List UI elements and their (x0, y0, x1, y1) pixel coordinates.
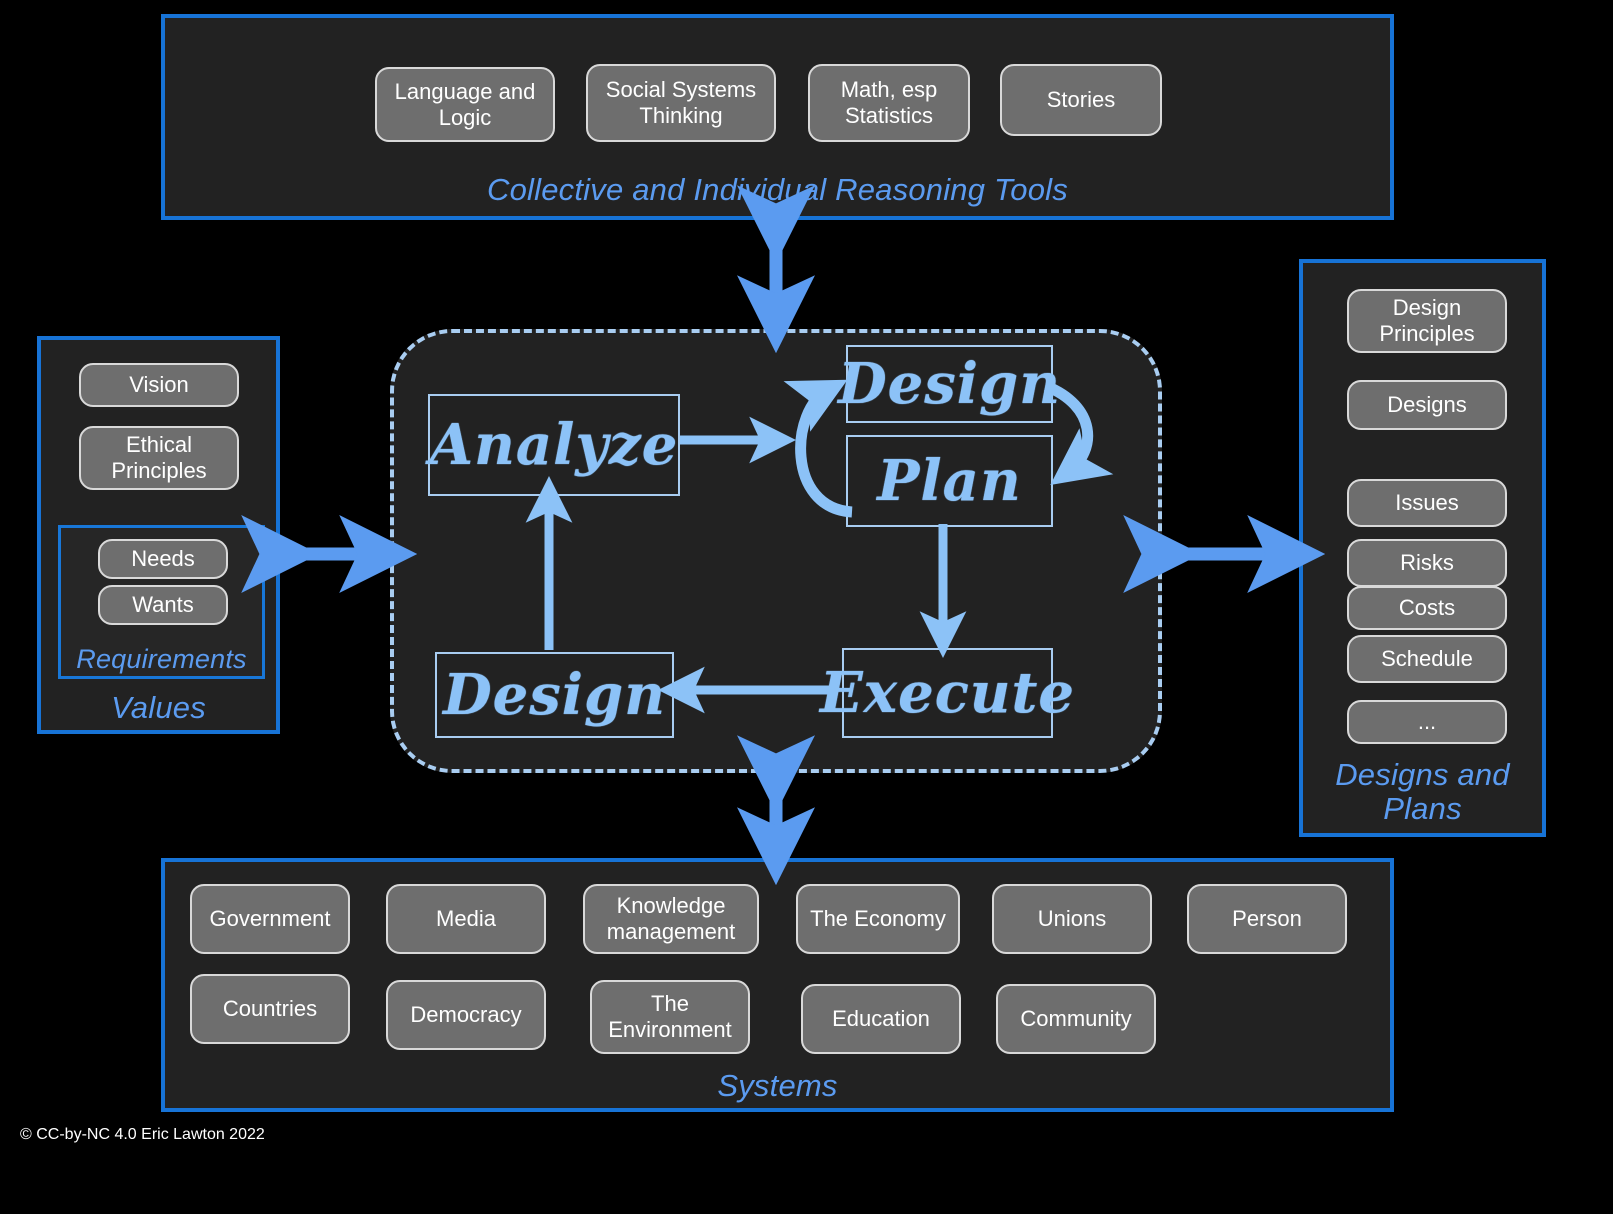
cycle-node-execute[interactable]: Execute (820, 648, 1074, 738)
requirements-group-label: Requirements (76, 643, 247, 674)
pill-language-and-logic[interactable]: Language and Logic (375, 67, 555, 142)
reasoning-tools-panel: Language and Logic Social Systems Thinki… (161, 14, 1394, 220)
pill-countries[interactable]: Countries (190, 974, 350, 1044)
pill-costs[interactable]: Costs (1347, 586, 1507, 630)
pill-government[interactable]: Government (190, 884, 350, 954)
design-cycle-container: Analyze Design Plan Execute Design (390, 329, 1162, 773)
pill-education[interactable]: Education (801, 984, 961, 1054)
requirements-group: Needs Wants Requirements (58, 525, 265, 679)
pill-social-systems-thinking[interactable]: Social Systems Thinking (586, 64, 776, 142)
cycle-node-analyze[interactable]: Analyze (428, 394, 680, 496)
systems-panel: Government Media Knowledge management Th… (161, 858, 1394, 1112)
values-panel: Vision Ethical Principles Needs Wants Re… (37, 336, 280, 734)
pill-ellipsis[interactable]: ... (1347, 700, 1507, 744)
pill-stories[interactable]: Stories (1000, 64, 1162, 136)
pill-designs[interactable]: Designs (1347, 380, 1507, 430)
cycle-node-design-top[interactable]: Design (838, 345, 1060, 423)
pill-wants[interactable]: Wants (98, 585, 228, 625)
pill-needs[interactable]: Needs (98, 539, 228, 579)
designs-and-plans-panel-label: Designs and Plans (1335, 756, 1510, 827)
pill-vision[interactable]: Vision (79, 363, 239, 407)
pill-the-economy[interactable]: The Economy (796, 884, 960, 954)
reasoning-tools-panel-label: Collective and Individual Reasoning Tool… (487, 172, 1068, 208)
systems-panel-label: Systems (717, 1068, 838, 1104)
pill-issues[interactable]: Issues (1347, 479, 1507, 527)
pill-design-principles[interactable]: Design Principles (1347, 289, 1507, 353)
pill-knowledge-management[interactable]: Knowledge management (583, 884, 759, 954)
cycle-node-plan[interactable]: Plan (846, 435, 1053, 527)
pill-risks[interactable]: Risks (1347, 539, 1507, 587)
pill-math-esp-statistics[interactable]: Math, esp Statistics (808, 64, 970, 142)
pill-media[interactable]: Media (386, 884, 546, 954)
cycle-node-design-bottom[interactable]: Design (435, 652, 674, 738)
pill-schedule[interactable]: Schedule (1347, 635, 1507, 683)
copyright-notice: © CC-by-NC 4.0 Eric Lawton 2022 (20, 1126, 265, 1143)
values-panel-label: Values (111, 690, 206, 726)
pill-ethical-principles[interactable]: Ethical Principles (79, 426, 239, 490)
pill-democracy[interactable]: Democracy (386, 980, 546, 1050)
pill-community[interactable]: Community (996, 984, 1156, 1054)
pill-the-environment[interactable]: The Environment (590, 980, 750, 1054)
designs-and-plans-panel: Design Principles Designs Issues Risks C… (1299, 259, 1546, 837)
pill-unions[interactable]: Unions (992, 884, 1152, 954)
pill-person[interactable]: Person (1187, 884, 1347, 954)
